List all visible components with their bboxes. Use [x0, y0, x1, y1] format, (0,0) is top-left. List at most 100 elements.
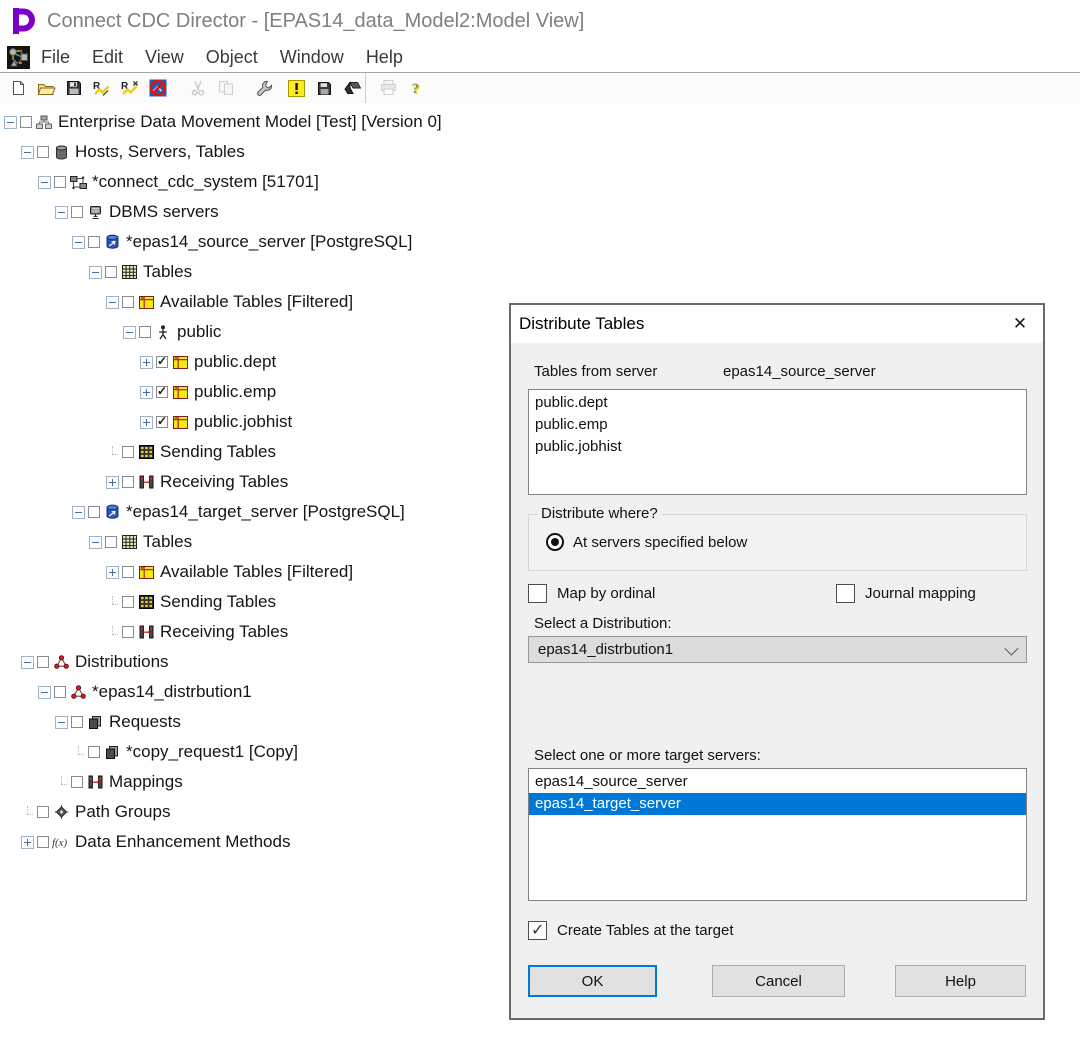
cancel-button[interactable]: Cancel: [712, 965, 845, 997]
tree-item-label[interactable]: Available Tables [Filtered]: [160, 562, 353, 582]
tree-item-label[interactable]: Mappings: [109, 772, 183, 792]
tree-checkbox[interactable]: [37, 656, 49, 668]
target-server-item[interactable]: epas14_target_server: [529, 793, 1026, 815]
tree-checkbox[interactable]: [88, 236, 100, 248]
tree-checkbox[interactable]: [37, 836, 49, 848]
collapse-icon[interactable]: [38, 686, 51, 699]
tree-item-label[interactable]: public.dept: [194, 352, 276, 372]
source-table-item[interactable]: public.dept: [529, 392, 1026, 414]
tree-item-label[interactable]: Requests: [109, 712, 181, 732]
tree-checkbox[interactable]: [88, 506, 100, 518]
tree-item-label[interactable]: *epas14_target_server [PostgreSQL]: [126, 502, 405, 522]
close-icon[interactable]: [1009, 313, 1031, 335]
expand-icon[interactable]: [106, 566, 119, 579]
tree-checkbox[interactable]: [20, 116, 32, 128]
tables-from-server-list[interactable]: public.deptpublic.emppublic.jobhist: [528, 389, 1027, 495]
tree-checkbox[interactable]: [122, 296, 134, 308]
commit-save-button[interactable]: [314, 78, 334, 98]
target-servers-list[interactable]: epas14_source_serverepas14_target_server: [528, 768, 1027, 901]
menu-help[interactable]: Help: [355, 47, 414, 67]
distribution-dropdown[interactable]: epas14_distrbution1: [528, 636, 1027, 663]
tree-item-label[interactable]: Sending Tables: [160, 592, 276, 612]
menu-view[interactable]: View: [134, 47, 195, 67]
tree-checkbox[interactable]: [139, 326, 151, 338]
eraser-button[interactable]: [342, 78, 362, 98]
tree-item-label[interactable]: Tables: [143, 532, 192, 552]
at-servers-radio-row[interactable]: At servers specified below: [546, 533, 747, 551]
tree-item-label[interactable]: Receiving Tables: [160, 472, 288, 492]
collapse-icon[interactable]: [106, 296, 119, 309]
tree-checkbox[interactable]: [88, 746, 100, 758]
create-tables-checkbox[interactable]: [528, 921, 547, 940]
expand-icon[interactable]: [106, 476, 119, 489]
define-mapping-button[interactable]: R: [92, 78, 112, 98]
tree-item-label[interactable]: Sending Tables: [160, 442, 276, 462]
tree-item-label[interactable]: Receiving Tables: [160, 622, 288, 642]
help-button[interactable]: Help: [895, 965, 1026, 997]
tree-checkbox[interactable]: [71, 206, 83, 218]
expand-icon[interactable]: [140, 386, 153, 399]
target-server-item[interactable]: epas14_source_server: [529, 771, 1026, 793]
tree-checkbox[interactable]: [122, 596, 134, 608]
tree-checkbox[interactable]: [156, 416, 168, 428]
tree-checkbox[interactable]: [156, 386, 168, 398]
source-table-item[interactable]: public.jobhist: [529, 436, 1026, 458]
menu-file[interactable]: File: [30, 47, 81, 67]
disable-object-button[interactable]: [148, 78, 168, 98]
menu-edit[interactable]: Edit: [81, 47, 134, 67]
tree-item-label[interactable]: *copy_request1 [Copy]: [126, 742, 298, 762]
tree-item-label[interactable]: Data Enhancement Methods: [75, 832, 290, 852]
expand-icon[interactable]: [140, 356, 153, 369]
tree-item-label[interactable]: public.jobhist: [194, 412, 292, 432]
tree-checkbox[interactable]: [71, 716, 83, 728]
map-by-ordinal-checkbox[interactable]: [528, 584, 547, 603]
tree-item-label[interactable]: Tables: [143, 262, 192, 282]
tree-checkbox[interactable]: [54, 176, 66, 188]
tree-item-label[interactable]: *connect_cdc_system [51701]: [92, 172, 319, 192]
expand-icon[interactable]: [140, 416, 153, 429]
tree-item-label[interactable]: Available Tables [Filtered]: [160, 292, 353, 312]
collapse-icon[interactable]: [55, 716, 68, 729]
collapse-icon[interactable]: [89, 536, 102, 549]
validate-alert-button[interactable]: [286, 78, 306, 98]
tools-wrench-button[interactable]: [254, 78, 274, 98]
tree-item-label[interactable]: public: [177, 322, 221, 342]
collapse-icon[interactable]: [89, 266, 102, 279]
tree-checkbox[interactable]: [122, 446, 134, 458]
tree-item-label[interactable]: *epas14_distrbution1: [92, 682, 252, 702]
collapse-icon[interactable]: [123, 326, 136, 339]
tree-item-label[interactable]: Distributions: [75, 652, 169, 672]
collapse-icon[interactable]: [55, 206, 68, 219]
tree-checkbox[interactable]: [37, 146, 49, 158]
collapse-icon[interactable]: [38, 176, 51, 189]
tree-checkbox[interactable]: [122, 626, 134, 638]
expand-icon[interactable]: [21, 836, 34, 849]
new-document-button[interactable]: [8, 78, 28, 98]
at-servers-radio[interactable]: [546, 533, 564, 551]
collapse-icon[interactable]: [72, 236, 85, 249]
tree-checkbox[interactable]: [71, 776, 83, 788]
tree-checkbox[interactable]: [156, 356, 168, 368]
tree-checkbox[interactable]: [105, 266, 117, 278]
tree-checkbox[interactable]: [37, 806, 49, 818]
tree-item-label[interactable]: DBMS servers: [109, 202, 219, 222]
menu-object[interactable]: Object: [195, 47, 269, 67]
save-button[interactable]: [64, 78, 84, 98]
tree-item-label[interactable]: Hosts, Servers, Tables: [75, 142, 245, 162]
open-folder-button[interactable]: [36, 78, 56, 98]
help-button[interactable]: ??: [406, 78, 426, 98]
tree-checkbox[interactable]: [122, 476, 134, 488]
remove-mapping-button[interactable]: R: [120, 78, 140, 98]
menu-window[interactable]: Window: [269, 47, 355, 67]
tree-item-label[interactable]: Enterprise Data Movement Model [Test] [V…: [58, 112, 442, 132]
source-table-item[interactable]: public.emp: [529, 414, 1026, 436]
collapse-icon[interactable]: [21, 656, 34, 669]
tree-checkbox[interactable]: [54, 686, 66, 698]
collapse-icon[interactable]: [4, 116, 17, 129]
ok-button[interactable]: OK: [528, 965, 657, 997]
tree-item-label[interactable]: *epas14_source_server [PostgreSQL]: [126, 232, 412, 252]
tree-checkbox[interactable]: [122, 566, 134, 578]
collapse-icon[interactable]: [72, 506, 85, 519]
tree-item-label[interactable]: public.emp: [194, 382, 276, 402]
tree-item-label[interactable]: Path Groups: [75, 802, 170, 822]
